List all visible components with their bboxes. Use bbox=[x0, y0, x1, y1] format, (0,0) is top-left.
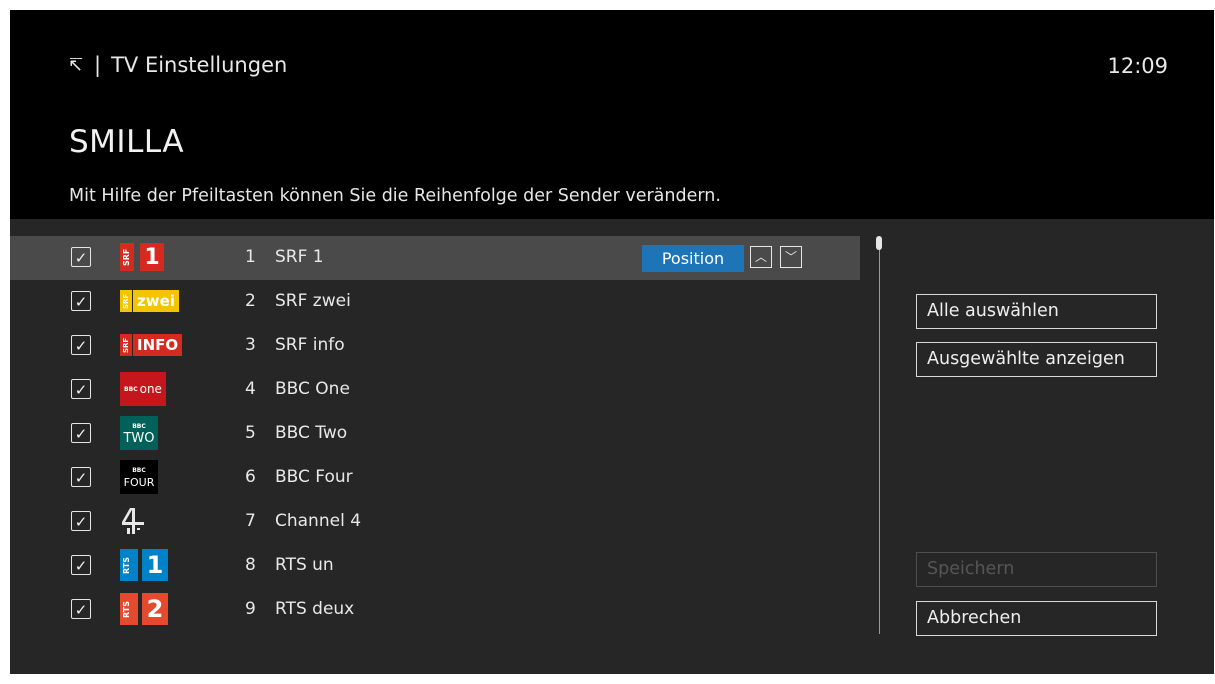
channel-row-2[interactable]: ✓ SRF zwei 2 SRF zwei bbox=[10, 280, 860, 324]
position-badge: Position bbox=[642, 245, 744, 272]
scrollbar-thumb[interactable] bbox=[876, 236, 882, 250]
select-all-button[interactable]: Alle auswählen bbox=[916, 294, 1157, 329]
channel-number: 3 bbox=[245, 335, 256, 355]
bbctwo-logo: BBC TWO bbox=[120, 416, 170, 450]
channel-row-1[interactable]: ✓ SRF 1 1 SRF 1 Position ︿ ﹀ bbox=[10, 236, 860, 280]
save-button[interactable]: Speichern bbox=[916, 552, 1157, 587]
chevron-down-icon: ﹀ bbox=[784, 250, 797, 264]
channel-number: 9 bbox=[245, 599, 256, 619]
channel-name: SRF 1 bbox=[275, 247, 324, 267]
show-selected-button[interactable]: Ausgewählte anzeigen bbox=[916, 342, 1157, 377]
channel-name: Channel 4 bbox=[275, 511, 362, 531]
page-title: SMILLA bbox=[69, 124, 185, 160]
checkbox[interactable]: ✓ bbox=[71, 247, 91, 267]
channel-row-4[interactable]: ✓ BBC one 4 BBC One bbox=[10, 368, 860, 412]
channel-name: SRF info bbox=[275, 335, 345, 355]
rts2-logo: RTS 2 bbox=[120, 593, 170, 625]
channel-number: 1 bbox=[245, 247, 256, 267]
instruction-text: Mit Hilfe der Pfeiltasten können Sie die… bbox=[69, 186, 721, 206]
channel-number: 8 bbox=[245, 555, 256, 575]
back-arrow-icon: ↸ bbox=[68, 54, 84, 76]
channel-number: 5 bbox=[245, 423, 256, 443]
channel-name: BBC Two bbox=[275, 423, 348, 443]
channel-name: BBC One bbox=[275, 379, 350, 399]
channel-name: BBC Four bbox=[275, 467, 353, 487]
bbcone-logo: BBC one bbox=[120, 372, 170, 406]
channel-number: 4 bbox=[245, 379, 256, 399]
channel-name: RTS deux bbox=[275, 599, 355, 619]
checkbox[interactable]: ✓ bbox=[71, 599, 91, 619]
checkbox[interactable]: ✓ bbox=[71, 555, 91, 575]
channel-name: SRF zwei bbox=[275, 291, 351, 311]
channel-row-9[interactable]: ✓ RTS 2 9 RTS deux bbox=[10, 588, 860, 632]
channel-number: 6 bbox=[245, 467, 256, 487]
back-button[interactable]: ↸ | TV Einstellungen bbox=[68, 53, 287, 77]
chevron-up-icon: ︿ bbox=[754, 250, 767, 264]
scrollbar-track[interactable] bbox=[879, 244, 880, 634]
cancel-button[interactable]: Abbrechen bbox=[916, 601, 1157, 636]
checkbox[interactable]: ✓ bbox=[71, 335, 91, 355]
move-down-button[interactable]: ﹀ bbox=[780, 246, 802, 268]
srfzwei-logo: SRF zwei bbox=[120, 286, 179, 316]
channel-row-7[interactable]: ✓ 7 Channel 4 bbox=[10, 500, 860, 544]
checkbox[interactable]: ✓ bbox=[71, 379, 91, 399]
srfinfo-logo: SRF INFO bbox=[120, 330, 183, 360]
clock: 12:09 bbox=[1107, 54, 1168, 78]
checkbox[interactable]: ✓ bbox=[71, 511, 91, 531]
tv-settings-screen: ↸ | TV Einstellungen 12:09 SMILLA Mit Hi… bbox=[10, 10, 1214, 674]
breadcrumb-section: TV Einstellungen bbox=[111, 53, 288, 77]
rts1-logo: RTS 1 bbox=[120, 549, 170, 581]
channel-number: 7 bbox=[245, 511, 256, 531]
breadcrumb-separator: | bbox=[94, 53, 102, 77]
move-up-button[interactable]: ︿ bbox=[750, 246, 772, 268]
bbcfour-logo: BBC FOUR bbox=[120, 460, 170, 494]
channel-row-3[interactable]: ✓ SRF INFO 3 SRF info bbox=[10, 324, 860, 368]
channel4-icon bbox=[122, 508, 144, 534]
checkbox[interactable]: ✓ bbox=[71, 467, 91, 487]
channel-row-6[interactable]: ✓ BBC FOUR 6 BBC Four bbox=[10, 456, 860, 500]
checkbox[interactable]: ✓ bbox=[71, 423, 91, 443]
channel-number: 2 bbox=[245, 291, 256, 311]
channel-name: RTS un bbox=[275, 555, 334, 575]
channel-row-5[interactable]: ✓ BBC TWO 5 BBC Two bbox=[10, 412, 860, 456]
checkbox[interactable]: ✓ bbox=[71, 291, 91, 311]
header: ↸ | TV Einstellungen 12:09 SMILLA Mit Hi… bbox=[10, 10, 1214, 219]
channel-row-8[interactable]: ✓ RTS 1 8 RTS un bbox=[10, 544, 860, 588]
channel4-logo bbox=[120, 506, 170, 536]
srf1-logo: SRF 1 bbox=[120, 242, 170, 272]
